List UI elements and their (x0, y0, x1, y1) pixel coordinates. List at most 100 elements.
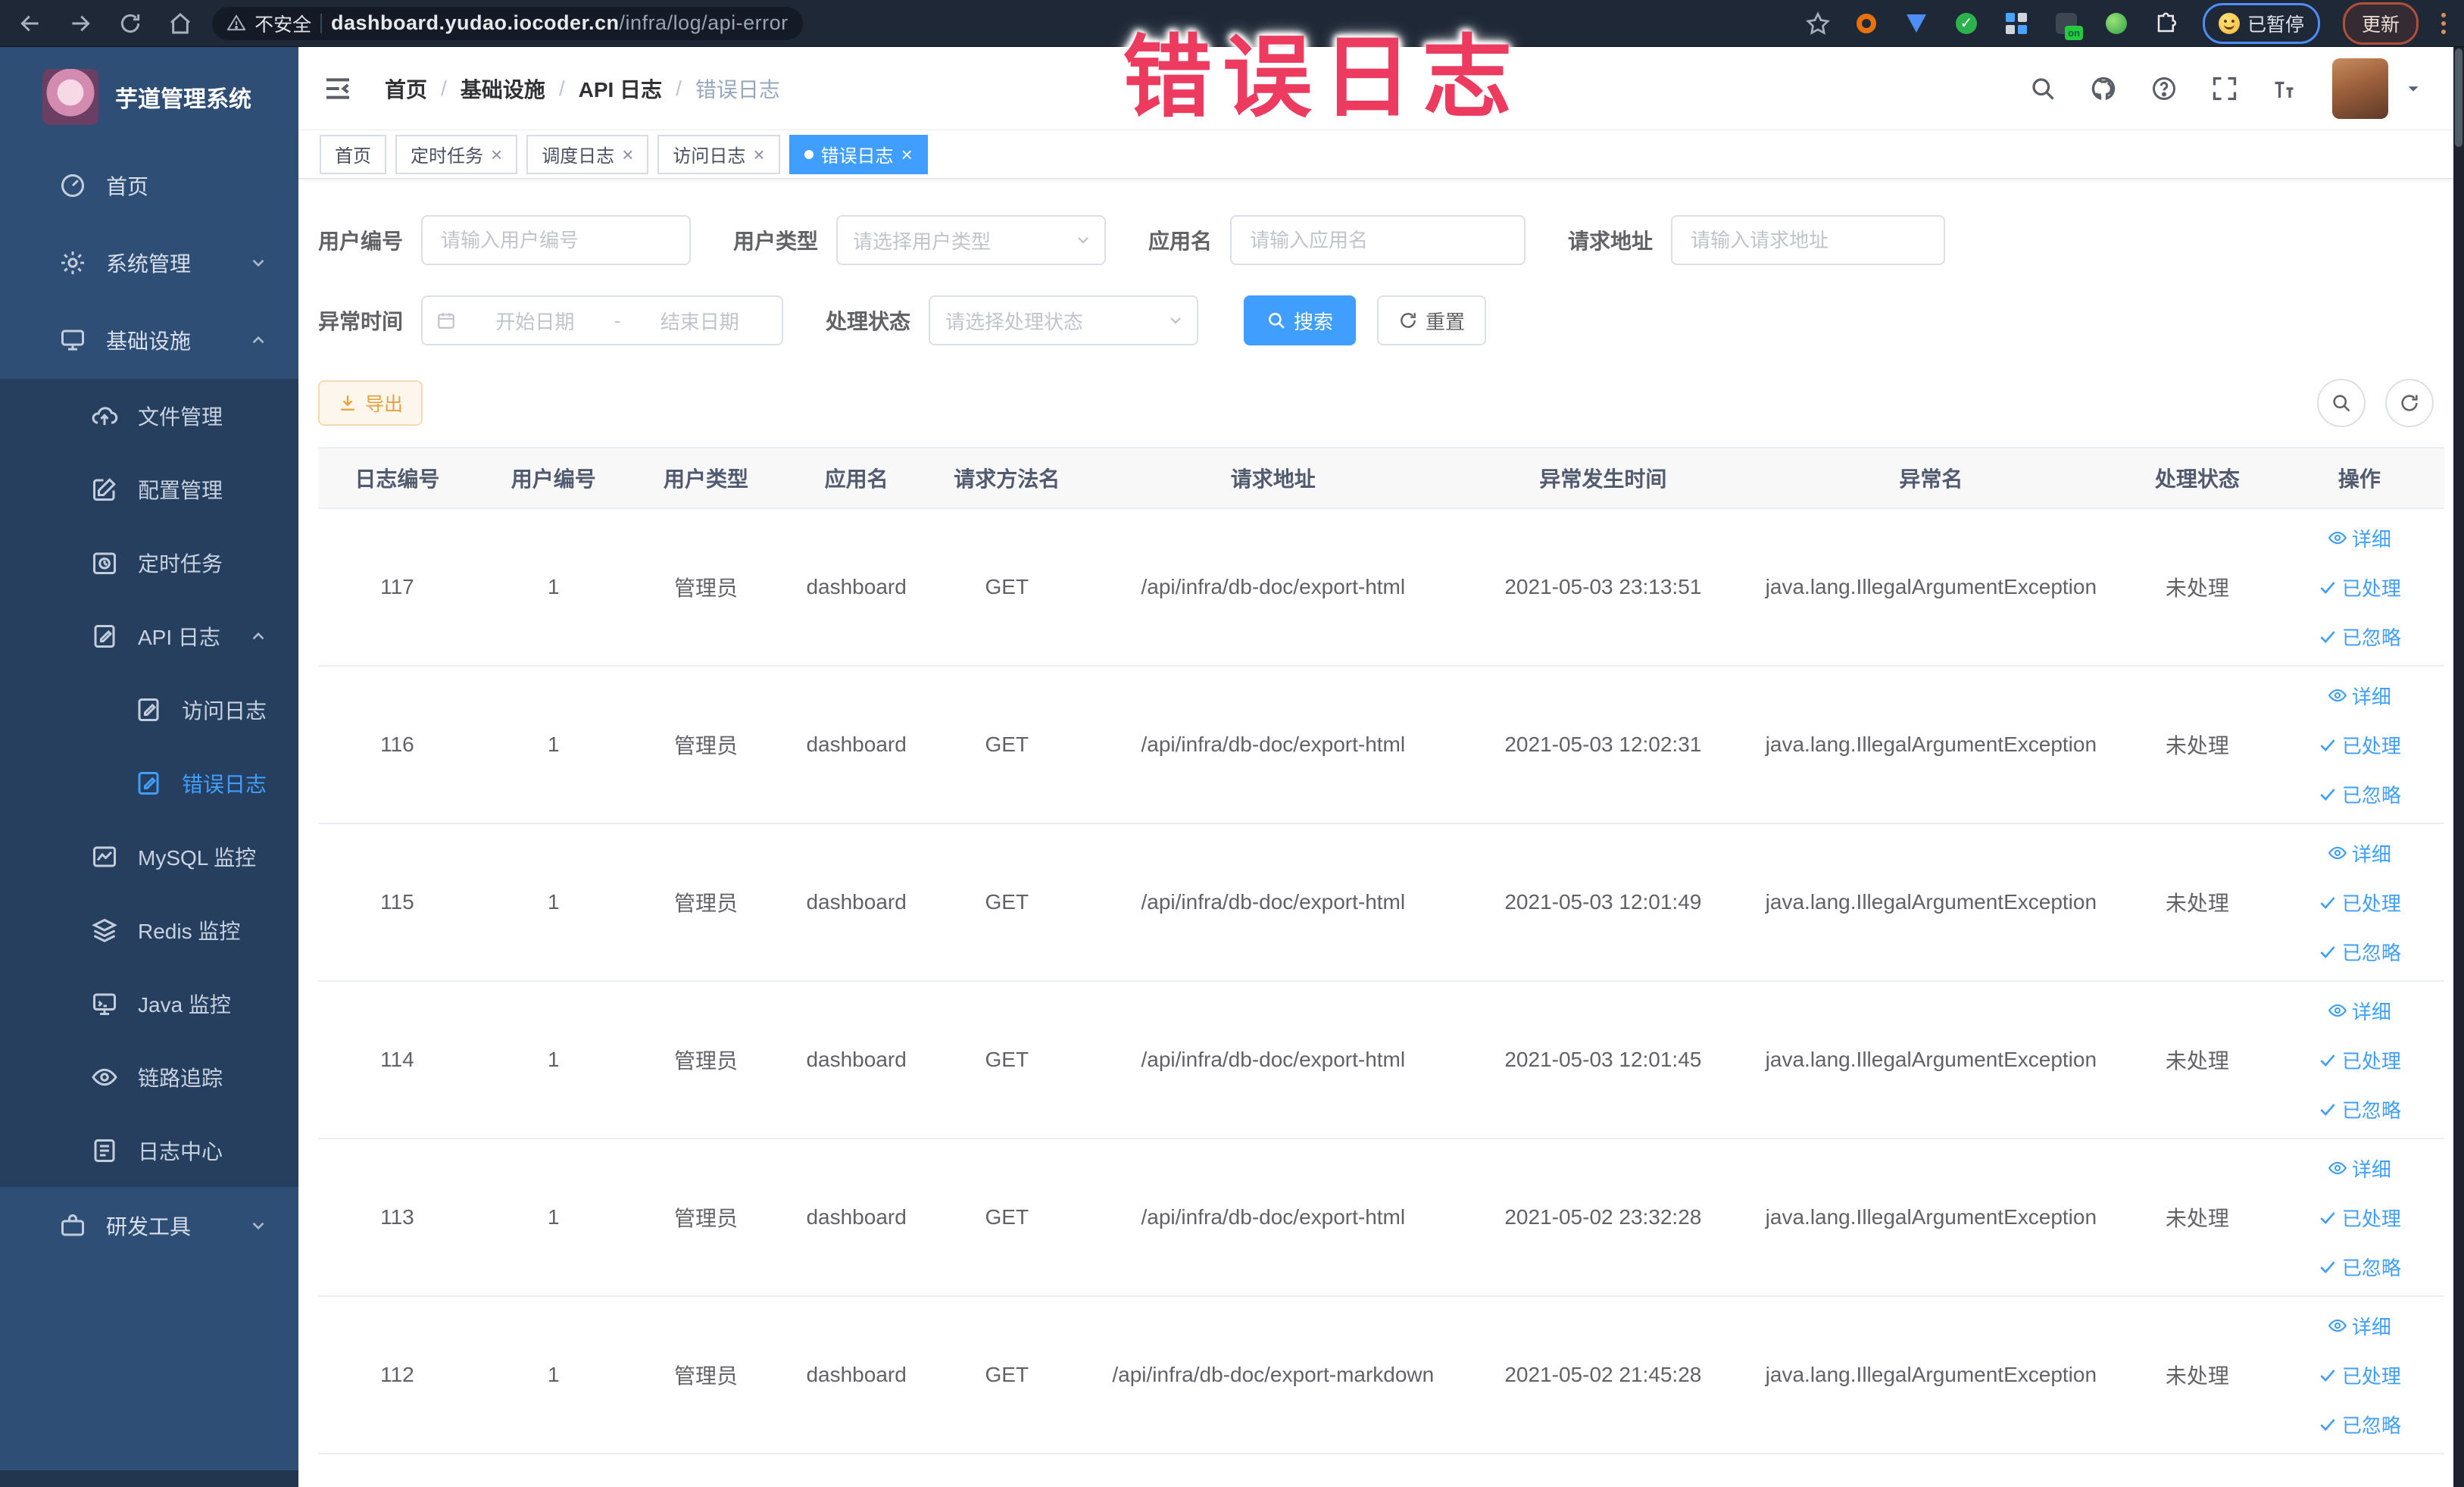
help-icon[interactable] (2150, 75, 2178, 102)
sidebar-item-config-mgmt[interactable]: 配置管理 (0, 452, 298, 526)
tab-close-icon[interactable]: × (622, 145, 633, 164)
tab-home[interactable]: 首页 (320, 134, 386, 174)
browser-home-icon[interactable] (168, 11, 192, 36)
action-detail-link[interactable]: 详细 (2328, 524, 2391, 552)
browser-back-icon[interactable] (18, 11, 42, 36)
tab-close-icon[interactable]: × (491, 145, 502, 164)
action-detail-link[interactable]: 详细 (2328, 1312, 2391, 1340)
action-ignored-link[interactable]: 已忽略 (2318, 938, 2401, 966)
sidebar-item-error-log[interactable]: 错误日志 (0, 746, 298, 820)
action-detail-link[interactable]: 详细 (2328, 839, 2391, 867)
extension-check-icon[interactable]: ✓ (1953, 10, 1980, 37)
timer-icon (91, 549, 118, 576)
action-ignored-link[interactable]: 已忽略 (2318, 780, 2401, 808)
request-url-input[interactable] (1671, 215, 1946, 265)
paused-badge[interactable]: 已暂停 (2202, 2, 2320, 44)
cell-method: GET (931, 981, 1082, 1139)
search-button[interactable]: 搜索 (1244, 295, 1357, 345)
breadcrumb-api-log[interactable]: API 日志 (579, 73, 662, 104)
sidebar-item-scheduled-jobs[interactable]: 定时任务 (0, 526, 298, 599)
sidebar-item-tracing[interactable]: 链路追踪 (0, 1040, 298, 1114)
sidebar-item-redis-monitor[interactable]: Redis 监控 (0, 893, 298, 967)
tab-close-icon[interactable]: × (753, 145, 764, 164)
cell-process-status: 未处理 (2119, 981, 2275, 1139)
refresh-table-button[interactable] (2385, 379, 2434, 427)
action-processed-link[interactable]: 已处理 (2318, 889, 2401, 917)
user-type-select[interactable]: 请选择用户类型 (836, 215, 1107, 265)
action-processed-link[interactable]: 已处理 (2318, 1361, 2401, 1389)
browser-menu-icon[interactable] (2441, 12, 2446, 34)
extension-on-switch-icon[interactable]: on (2053, 10, 2083, 40)
breadcrumb-infrastructure[interactable]: 基础设施 (461, 73, 545, 104)
tab-access-log[interactable]: 访问日志 × (657, 134, 780, 174)
header-search-icon[interactable] (2029, 75, 2056, 102)
sidebar-item-log-center[interactable]: 日志中心 (0, 1114, 298, 1187)
sidebar-item-mysql-monitor[interactable]: MySQL 监控 (0, 820, 298, 893)
action-detail-link[interactable]: 详细 (2328, 682, 2391, 710)
sidebar-item-dev-tools[interactable]: 研发工具 (0, 1187, 298, 1264)
action-processed-link[interactable]: 已处理 (2318, 1204, 2401, 1232)
cell-log-id: 115 (318, 823, 476, 982)
sidebar-collapse-bar[interactable] (0, 1470, 298, 1487)
sidebar-item-access-log[interactable]: 访问日志 (0, 673, 298, 746)
github-icon[interactable] (2090, 75, 2117, 102)
exception-time-range-picker[interactable]: 开始日期 - 结束日期 (421, 295, 784, 345)
extension-shield-icon[interactable] (1903, 10, 1930, 37)
sidebar-item-system-mgmt[interactable]: 系统管理 (0, 224, 298, 301)
extensions-puzzle-icon[interactable] (2153, 10, 2180, 37)
action-processed-link[interactable]: 已处理 (2318, 731, 2401, 759)
browser-update-button[interactable]: 更新 (2342, 2, 2419, 45)
action-detail-link[interactable]: 详细 (2328, 1154, 2391, 1182)
sidebar-item-home[interactable]: 首页 (0, 147, 298, 224)
toggle-search-button[interactable] (2317, 379, 2366, 427)
tab-close-icon[interactable]: × (901, 145, 913, 164)
tab-schedule-log[interactable]: 调度日志 × (526, 134, 649, 174)
action-label: 已处理 (2341, 576, 2401, 600)
action-ignored-link[interactable]: 已忽略 (2318, 1410, 2401, 1439)
avatar-caret-icon[interactable] (2405, 80, 2422, 97)
export-button[interactable]: 导出 (318, 380, 423, 426)
user-id-input[interactable] (421, 215, 692, 265)
app-title: 芋道管理系统 (115, 87, 251, 112)
breadcrumb-home[interactable]: 首页 (385, 73, 427, 104)
sidebar-item-file-mgmt[interactable]: 文件管理 (0, 379, 298, 452)
scrollbar-thumb[interactable] (2455, 48, 2462, 147)
browser-forward-icon[interactable] (68, 11, 92, 36)
process-status-select[interactable]: 请选择处理状态 (929, 295, 1199, 345)
action-processed-link[interactable]: 已处理 (2318, 1046, 2401, 1074)
bookmark-star-icon[interactable] (1806, 11, 1830, 36)
action-label: 已处理 (2341, 892, 2401, 915)
extension-sprout-icon[interactable] (2103, 10, 2130, 37)
action-processed-link[interactable]: 已处理 (2318, 573, 2401, 601)
edit-icon (91, 476, 118, 503)
extension-grid-icon[interactable] (2003, 10, 2030, 37)
extension-donut-icon[interactable] (1853, 10, 1880, 37)
app-logo[interactable]: 芋道管理系统 (0, 47, 298, 147)
action-ignored-link[interactable]: 已忽略 (2318, 1095, 2401, 1123)
menu-fold-icon[interactable] (323, 73, 353, 104)
browser-reload-icon[interactable] (118, 11, 142, 36)
fullscreen-icon[interactable] (2211, 75, 2238, 102)
app-name-input[interactable] (1230, 215, 1526, 265)
sidebar-item-infrastructure[interactable]: 基础设施 (0, 301, 298, 379)
sidebar-item-java-monitor[interactable]: Java 监控 (0, 967, 298, 1040)
browser-address-bar[interactable]: 不安全 dashboard.yudao.iocoder.cn/infra/log… (212, 6, 803, 40)
tab-scheduled-jobs[interactable]: 定时任务 × (395, 134, 518, 174)
breadcrumb-separator: / (558, 76, 565, 100)
font-size-icon[interactable] (2272, 75, 2299, 102)
action-label: 已忽略 (2341, 1098, 2401, 1122)
cell-user-type: 管理员 (630, 1296, 782, 1454)
sidebar-item-label: 首页 (106, 175, 149, 198)
tab-error-log[interactable]: 错误日志 × (789, 134, 928, 174)
page-content: 用户编号 用户类型 请选择用户类型 应用名 请求地址 (298, 179, 2464, 1487)
security-warning-icon[interactable] (227, 14, 246, 33)
sidebar-item-api-log[interactable]: API 日志 (0, 599, 298, 673)
reset-button[interactable]: 重置 (1377, 295, 1487, 345)
action-detail-link[interactable]: 详细 (2328, 997, 2391, 1025)
user-avatar[interactable] (2332, 58, 2388, 119)
action-ignored-link[interactable]: 已忽略 (2318, 623, 2401, 651)
page-scrollbar[interactable] (2453, 47, 2464, 1487)
sidebar-item-label: 链路追踪 (138, 1066, 223, 1090)
action-ignored-link[interactable]: 已忽略 (2318, 1253, 2401, 1281)
date-range-separator: - (614, 308, 621, 332)
